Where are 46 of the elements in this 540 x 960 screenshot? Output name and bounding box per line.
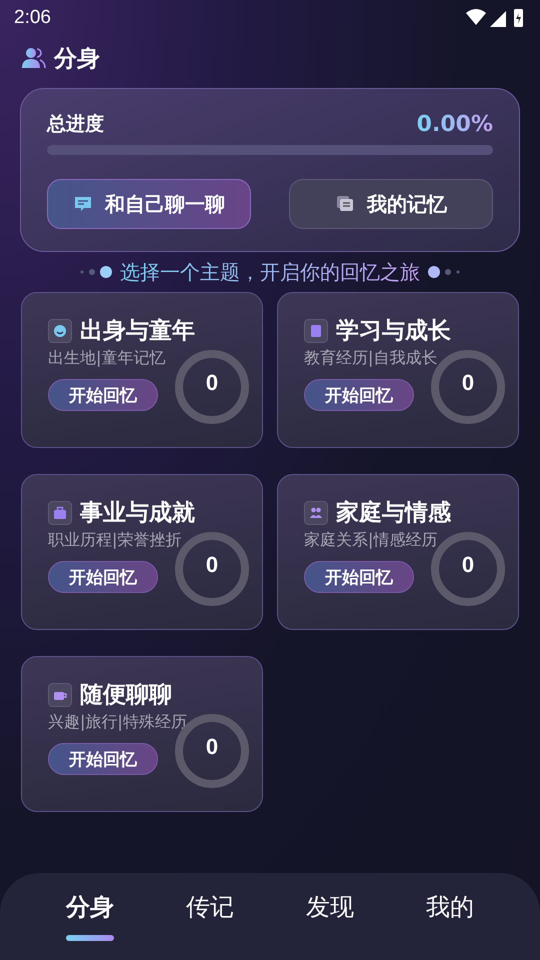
start-button[interactable]: 开始回忆 xyxy=(304,379,414,411)
users-icon xyxy=(20,45,46,71)
nav-tab[interactable]: 分身 xyxy=(30,873,150,960)
chat-icon xyxy=(73,194,93,214)
topic-count: 0 xyxy=(204,370,220,396)
cup-icon xyxy=(48,682,72,706)
topic-card[interactable]: 学习与成长 教育经历|自我成长 开始回忆 0 xyxy=(277,292,519,448)
topic-count: 0 xyxy=(460,370,476,396)
topic-card[interactable]: 随便聊聊 兴趣|旅行|特殊经历 开始回忆 0 xyxy=(21,656,263,812)
topic-title: 出身与童年 xyxy=(80,317,195,346)
topic-subtitle: 教育经历|自我成长 xyxy=(304,348,438,369)
start-button[interactable]: 开始回忆 xyxy=(48,561,158,593)
start-button[interactable]: 开始回忆 xyxy=(48,379,158,411)
topic-title: 随便聊聊 xyxy=(80,681,172,710)
people-icon xyxy=(304,500,328,524)
book-icon xyxy=(304,318,328,342)
topic-card[interactable]: 家庭与情感 家庭关系|情感经历 开始回忆 0 xyxy=(277,474,519,630)
topic-count: 0 xyxy=(204,552,220,578)
active-indicator xyxy=(66,935,114,941)
briefcase-icon xyxy=(48,500,72,524)
nav-tab[interactable]: 传记 xyxy=(150,873,270,960)
topic-card[interactable]: 出身与童年 出生地|童年记忆 开始回忆 0 xyxy=(21,292,263,448)
topic-subtitle: 职业历程|荣誉挫折 xyxy=(48,530,182,551)
topic-subtitle: 家庭关系|情感经历 xyxy=(304,530,438,551)
dots-ornament xyxy=(426,265,462,279)
topic-title: 事业与成就 xyxy=(80,499,195,528)
status-time: 2:06 xyxy=(14,7,51,29)
page-title: 分身 xyxy=(54,44,100,74)
start-button[interactable]: 开始回忆 xyxy=(304,561,414,593)
topic-title: 学习与成长 xyxy=(336,317,451,346)
topic-title: 家庭与情感 xyxy=(336,499,451,528)
topic-subtitle: 兴趣|旅行|特殊经历 xyxy=(48,712,188,733)
dots-ornament xyxy=(78,265,114,279)
notes-icon xyxy=(335,194,355,214)
topic-subtitle: 出生地|童年记忆 xyxy=(48,348,166,369)
status-icons xyxy=(466,7,526,29)
topic-count: 0 xyxy=(204,734,220,760)
memory-button[interactable]: 我的记忆 xyxy=(289,179,493,229)
topic-card[interactable]: 事业与成就 职业历程|荣誉挫折 开始回忆 0 xyxy=(21,474,263,630)
nav-tab[interactable]: 发现 xyxy=(270,873,390,960)
nav-tab[interactable]: 我的 xyxy=(390,873,510,960)
progress-label: 总进度 xyxy=(47,112,104,137)
chat-button[interactable]: 和自己聊一聊 xyxy=(47,179,251,229)
start-button[interactable]: 开始回忆 xyxy=(48,743,158,775)
topic-count: 0 xyxy=(460,552,476,578)
face-icon xyxy=(48,318,72,342)
